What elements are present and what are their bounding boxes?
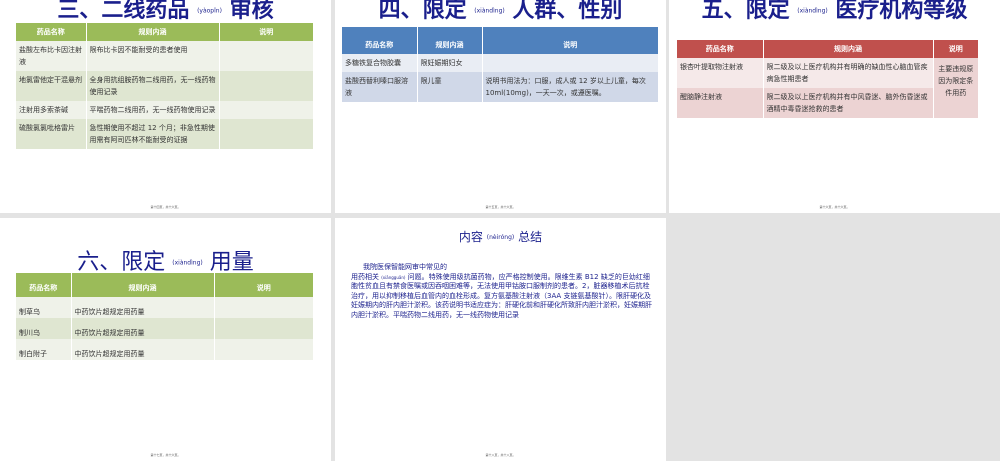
table-row: 制草乌 中药饮片超规定用药量 — [16, 297, 314, 318]
table-row: 银杏叶提取物注射液 限二级及以上医疗机构并有明确的缺血性心脑血管疾病急性期患者 主要… — [677, 58, 979, 118]
slide-second-line-drugs[interactable]: 三、二线药品 (yàopǐn) 审核 药品名称 规则内涵 说明 盐酸左布比卡因注射液… — [0, 0, 331, 213]
slide-institution-level[interactable]: 五、限定 (xiàndìng) 医疗机构等级 药品名称 规则内涵 说明 银杏叶提取物… — [669, 0, 1000, 213]
slide-dosage-limit[interactable]: 六、限定 (xiàndìng) 用量 药品名称 规则内涵 说明 制草乌 中药饮片超规定… — [0, 218, 331, 461]
slide-summary[interactable]: 内容 (nèiróng) 总结 我院医保智能网审中常见的 用药相关 (xiāng… — [335, 218, 666, 461]
rules-table: 药品名称 规则内涵 说明 多糖铁复合物胶囊 限妊娠期妇女 盐酸西替利嗪口服溶液 限儿童说… — [342, 27, 659, 102]
slide-population-gender[interactable]: 四、限定 (xiàndìng) 人群、性别 药品名称 规则内涵 说明 多糖铁复合物胶… — [335, 0, 666, 213]
table-row: 硫酸氯氯吡格雷片 急性期使用不超过 12 个月；非急性期使用需有阿司匹林不能耐受的… — [16, 119, 314, 149]
slide-title: 三、二线药品 (yàopǐn) 审核 — [57, 0, 274, 23]
rules-table: 药品名称 规则内涵 说明 盐酸左布比卡因注射液 限布比卡因不能耐受的患者使用 地氯雷他… — [16, 23, 314, 149]
rules-table: 药品名称 规则内涵 说明 银杏叶提取物注射液 限二级及以上医疗机构并有明确的缺血性心脑… — [677, 40, 979, 118]
slide-title: 六、限定 (xiàndìng) 用量 — [77, 250, 254, 275]
page-footer: 第十六页，共十六页。 — [819, 205, 850, 209]
slide-title: 内容 (nèiróng) 总结 — [458, 230, 543, 244]
table-row: 制川乌 中药饮片超规定用药量 — [16, 318, 314, 339]
page-footer: 第十五页，共十六页。 — [485, 205, 516, 209]
slide-title: 五、限定 (xiàndìng) 医疗机构等级 — [701, 0, 968, 23]
table-row: 制白附子 中药饮片超规定用药量 — [16, 339, 314, 360]
rules-table: 药品名称 规则内涵 说明 制草乌 中药饮片超规定用药量 制川乌 中药饮片超规定用药量 制… — [16, 273, 314, 360]
page-footer: 第十四页，共十六页。 — [150, 205, 181, 209]
table-row: 注射用多索茶碱 平喘药物二线用药，无一线药物使用记录 — [16, 101, 314, 119]
page-footer: 第十七页，共十六页。 — [150, 453, 181, 457]
summary-text: 我院医保智能网审中常见的 用药相关 (xiāngguān) 问题。特殊使用级抗菌… — [351, 263, 652, 319]
page-footer: 第十八页，共十八页。 — [485, 453, 516, 457]
slide-title: 四、限定 (xiàndìng) 人群、性别 — [378, 0, 623, 23]
table-row: 多糖铁复合物胶囊 限妊娠期妇女 — [342, 54, 659, 72]
table-row: 盐酸西替利嗪口服溶液 限儿童 说明书用法为：口服，成人或 12 岁以上儿童，每次 1… — [342, 72, 659, 102]
table-row: 盐酸左布比卡因注射液 限布比卡因不能耐受的患者使用 — [16, 41, 314, 71]
table-row: 地氯雷他定干混悬剂 全身用抗组胺药物二线用药，无一线药物使用记录 — [16, 71, 314, 101]
